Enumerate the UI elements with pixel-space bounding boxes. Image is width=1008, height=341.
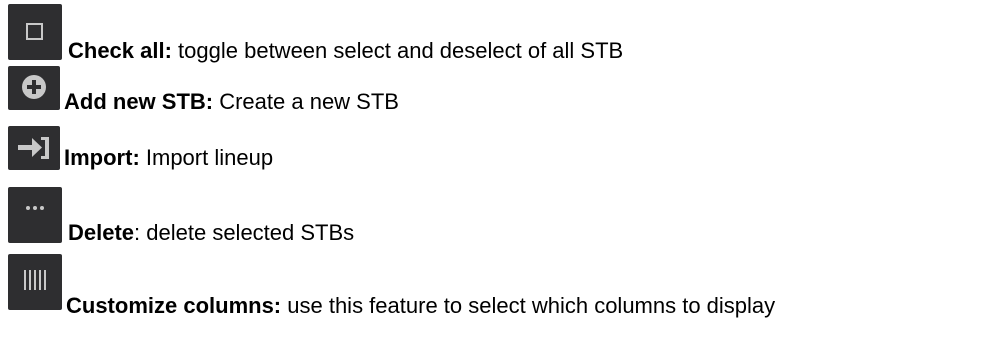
legend-term: Import: xyxy=(64,145,140,170)
legend-description: : delete selected STBs xyxy=(134,220,355,245)
legend-item-customize-columns: Customize columns: use this feature to s… xyxy=(0,254,1008,319)
legend-text-import: Import: Import lineup xyxy=(64,145,273,171)
more-dots-icon xyxy=(8,187,62,243)
legend-text-customize-columns: Customize columns: use this feature to s… xyxy=(66,293,775,319)
columns-icon xyxy=(8,254,62,310)
import-icon xyxy=(8,126,60,170)
legend-text-delete: Delete: delete selected STBs xyxy=(68,220,354,246)
legend-text-check-all: Check all: toggle between select and des… xyxy=(68,38,623,64)
legend-term: Customize columns: xyxy=(66,293,282,318)
legend-description: toggle between select and deselect of al… xyxy=(171,38,624,63)
legend-item-check-all: Check all: toggle between select and des… xyxy=(0,4,1008,66)
legend-term: Delete xyxy=(68,220,135,245)
legend-term: Check all: xyxy=(68,38,172,63)
legend-item-add-new-stb: Add new STB: Create a new STB xyxy=(0,66,1008,128)
add-circle-icon xyxy=(8,66,60,110)
legend-description: use this feature to select which columns… xyxy=(281,293,776,318)
checkbox-icon xyxy=(8,4,62,60)
legend-text-add-new-stb: Add new STB: Create a new STB xyxy=(64,89,399,115)
legend-item-delete: Delete: delete selected STBs xyxy=(0,187,1008,249)
legend-description: Create a new STB xyxy=(213,89,399,114)
legend-term: Add new STB: xyxy=(64,89,214,114)
legend-description: Import lineup xyxy=(139,145,274,170)
legend-item-import: Import: Import lineup xyxy=(0,126,1008,188)
